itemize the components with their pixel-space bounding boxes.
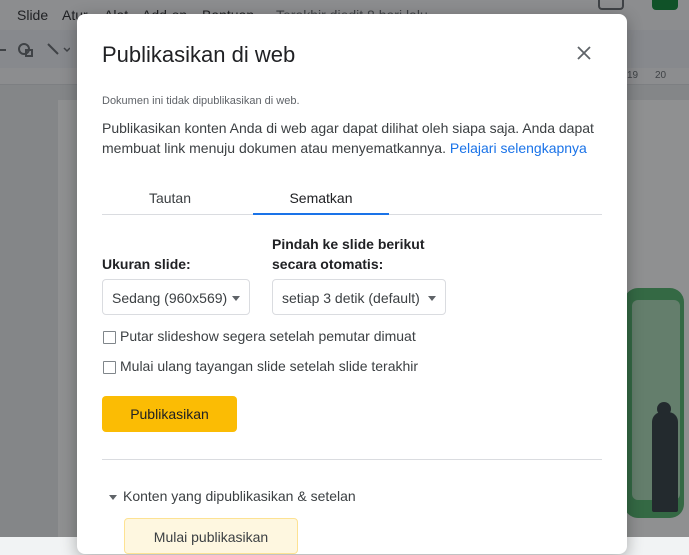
triangle-down-icon bbox=[109, 495, 117, 500]
learn-more-link[interactable]: Pelajari selengkapnya bbox=[450, 140, 587, 156]
tab-bar: Tautan Sematkan bbox=[102, 182, 602, 215]
publish-button[interactable]: Publikasikan bbox=[102, 396, 237, 432]
loop-label[interactable]: Mulai ulang tayangan slide setelah slide… bbox=[120, 358, 418, 374]
autoplay-label[interactable]: Putar slideshow segera setelah pemutar d… bbox=[120, 328, 416, 344]
loop-checkbox[interactable] bbox=[103, 361, 116, 374]
slide-size-value: Sedang (960x569) bbox=[112, 290, 228, 306]
start-publishing-button[interactable]: Mulai publikasikan bbox=[124, 518, 298, 554]
chevron-down-icon bbox=[428, 296, 436, 301]
slide-size-select[interactable]: Sedang (960x569) bbox=[102, 279, 250, 315]
publish-dialog: Publikasikan di web Dokumen ini tidak di… bbox=[77, 14, 627, 554]
tab-sematkan[interactable]: Sematkan bbox=[253, 182, 389, 215]
publish-status: Dokumen ini tidak dipublikasikan di web. bbox=[102, 95, 300, 107]
dialog-title: Publikasikan di web bbox=[102, 42, 296, 67]
autoplay-checkbox[interactable] bbox=[103, 331, 116, 344]
auto-advance-select[interactable]: setiap 3 detik (default) bbox=[272, 279, 446, 315]
chevron-down-icon bbox=[232, 296, 240, 301]
divider bbox=[102, 459, 602, 460]
published-content-label: Konten yang dipublikasikan & setelan bbox=[123, 488, 356, 504]
close-icon bbox=[577, 46, 591, 60]
auto-advance-label: Pindah ke slide berikut secara otomatis: bbox=[272, 236, 425, 272]
slide-size-label: Ukuran slide: bbox=[102, 256, 191, 272]
dialog-description: Publikasikan konten Anda di web agar dap… bbox=[102, 118, 607, 158]
close-button[interactable] bbox=[571, 40, 597, 66]
tab-tautan[interactable]: Tautan bbox=[102, 182, 238, 214]
auto-advance-value: setiap 3 detik (default) bbox=[282, 290, 420, 306]
